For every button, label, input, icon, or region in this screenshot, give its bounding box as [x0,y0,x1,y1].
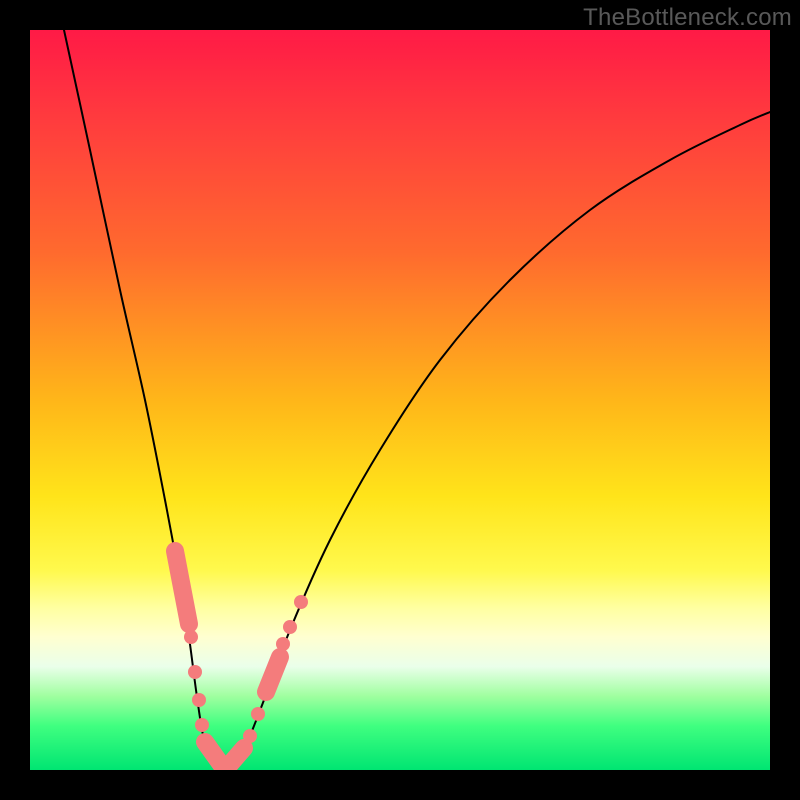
marker-pill [225,748,244,770]
chart-frame: TheBottleneck.com [0,0,800,800]
watermark-text: TheBottleneck.com [583,4,792,32]
marker-pill [175,551,189,624]
marker-pill [266,657,280,692]
marker-dot [184,630,198,644]
marker-dot [195,718,209,732]
marker-dot [251,707,265,721]
marker-dot [283,620,297,634]
marker-dot [188,665,202,679]
marker-dot [192,693,206,707]
marker-dot [294,595,308,609]
bottleneck-curve [64,30,770,770]
marker-dot [243,729,257,743]
plot-area [30,30,770,770]
bottleneck-curve-svg [30,30,770,770]
highlight-markers [175,551,308,770]
marker-dot [276,637,290,651]
